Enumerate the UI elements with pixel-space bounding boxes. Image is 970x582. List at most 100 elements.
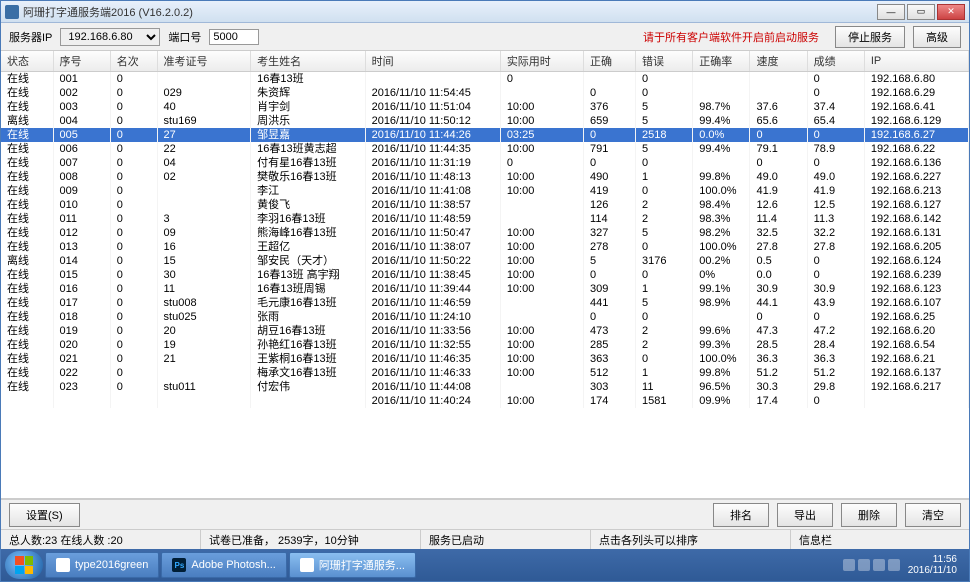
server-ip-select[interactable]: 192.168.6.80 <box>60 28 160 46</box>
table-row[interactable]: 在线01601116春13班周锡2016/11/10 11:39:4410:00… <box>1 282 969 296</box>
table-cell: 在线 <box>1 296 53 310</box>
table-row[interactable]: 在线0100黄俊飞2016/11/10 11:38:57126298.4%12.… <box>1 198 969 212</box>
table-cell: 008 <box>53 170 110 184</box>
table-row[interactable]: 在线0170stu008毛元康16春13班2016/11/10 11:46:59… <box>1 296 969 310</box>
system-tray[interactable]: 11:56 2016/11/10 <box>835 554 965 576</box>
table-cell: 11.3 <box>807 212 864 226</box>
table-row[interactable]: 在线0220梅承文16春13班2016/11/10 11:46:3310:005… <box>1 366 969 380</box>
table-row[interactable]: 在线0180stu025张雨2016/11/10 11:24:100000192… <box>1 310 969 324</box>
status-total: 总人数:23 在线人数 :20 <box>1 530 201 549</box>
column-header[interactable]: 考生姓名 <box>251 51 365 72</box>
column-header[interactable]: 准考证号 <box>157 51 251 72</box>
column-header[interactable]: 正确 <box>584 51 636 72</box>
table-cell: 99.6% <box>693 324 750 338</box>
table-cell: 018 <box>53 310 110 324</box>
status-info: 信息栏 <box>791 530 969 549</box>
column-header[interactable]: IP <box>864 51 968 72</box>
table-row[interactable]: 在线020019孙艳红16春13班2016/11/10 11:32:5510:0… <box>1 338 969 352</box>
table-cell: 2016/11/10 11:46:33 <box>365 366 500 380</box>
tray-icons[interactable] <box>843 559 900 571</box>
column-header[interactable]: 正确率 <box>693 51 750 72</box>
table-row[interactable]: 在线0090李江2016/11/10 11:41:0810:004190100.… <box>1 184 969 198</box>
stop-service-button[interactable]: 停止服务 <box>835 26 905 48</box>
app-icon: Ps <box>172 558 186 572</box>
table-cell: 0 <box>110 226 157 240</box>
table-row[interactable]: 在线01103李羽16春13班2016/11/10 11:48:59114298… <box>1 212 969 226</box>
column-header[interactable]: 错误 <box>636 51 693 72</box>
table-cell: 47.2 <box>807 324 864 338</box>
clear-button[interactable]: 清空 <box>905 503 961 527</box>
column-header[interactable]: 速度 <box>750 51 807 72</box>
table-cell: 010 <box>53 198 110 212</box>
table-cell: 27.8 <box>750 240 807 254</box>
column-header[interactable]: 成绩 <box>807 51 864 72</box>
table-cell: 192.168.6.20 <box>864 324 968 338</box>
table-row[interactable]: 在线013016王超亿2016/11/10 11:38:0710:0027801… <box>1 240 969 254</box>
table-cell: 1 <box>636 170 693 184</box>
table-cell: 21 <box>157 352 251 366</box>
close-button[interactable]: ✕ <box>937 4 965 20</box>
table-cell: 肖宇剑 <box>251 100 365 114</box>
table-cell <box>1 394 53 408</box>
export-button[interactable]: 导出 <box>777 503 833 527</box>
table-cell: 376 <box>584 100 636 114</box>
table-cell: 019 <box>53 324 110 338</box>
advanced-button[interactable]: 高级 <box>913 26 961 48</box>
column-header[interactable]: 时间 <box>365 51 500 72</box>
table-row[interactable]: 在线021021王紫桐16春13班2016/11/10 11:46:3510:0… <box>1 352 969 366</box>
table-cell: 2016/11/10 11:54:45 <box>365 86 500 100</box>
table-row[interactable]: 离线014015邹安民（天才）2016/11/10 11:50:2210:005… <box>1 254 969 268</box>
table-row[interactable]: 在线001016春13班000192.168.6.80 <box>1 72 969 87</box>
table-area[interactable]: 状态序号名次准考证号考生姓名时间实际用时正确错误正确率速度成绩IP 在线0010… <box>1 51 969 499</box>
maximize-button[interactable]: ▭ <box>907 4 935 20</box>
table-cell: 100.0% <box>693 240 750 254</box>
taskbar-item-label: type2016green <box>75 559 148 571</box>
table-row[interactable]: 2016/11/10 11:40:2410:00174158109.9%17.4… <box>1 394 969 408</box>
table-row[interactable]: 在线0230stu011付宏伟2016/11/10 11:44:08303119… <box>1 380 969 394</box>
table-row[interactable]: 在线005027邹昱嘉2016/11/10 11:44:2603:2502518… <box>1 128 969 142</box>
port-label: 端口号 <box>168 29 201 45</box>
table-cell <box>500 212 583 226</box>
taskbar-item[interactable]: Ps Adobe Photosh... <box>161 552 286 578</box>
rank-button[interactable]: 排名 <box>713 503 769 527</box>
taskbar-item[interactable]: type2016green <box>45 552 159 578</box>
column-header[interactable]: 序号 <box>53 51 110 72</box>
delete-button[interactable]: 删除 <box>841 503 897 527</box>
table-cell: 2016/11/10 11:38:45 <box>365 268 500 282</box>
table-cell: 在线 <box>1 324 53 338</box>
table-row[interactable]: 在线008002樊敬乐16春13班2016/11/10 11:48:1310:0… <box>1 170 969 184</box>
port-input[interactable] <box>209 29 259 45</box>
table-cell: 在线 <box>1 100 53 114</box>
minimize-button[interactable]: — <box>877 4 905 20</box>
table-row[interactable]: 在线007004付有星16春13班2016/11/10 11:31:190000… <box>1 156 969 170</box>
table-cell: 在线 <box>1 268 53 282</box>
table-cell: 付宏伟 <box>251 380 365 394</box>
table-row[interactable]: 在线0020029朱资辉2016/11/10 11:54:45000192.16… <box>1 86 969 100</box>
table-cell: 0 <box>584 268 636 282</box>
column-header[interactable]: 实际用时 <box>500 51 583 72</box>
column-header[interactable]: 名次 <box>110 51 157 72</box>
table-cell: 在线 <box>1 366 53 380</box>
table-row[interactable]: 在线003040肖宇剑2016/11/10 11:51:0410:0037659… <box>1 100 969 114</box>
table-cell: 3176 <box>636 254 693 268</box>
table-cell: 在线 <box>1 170 53 184</box>
table-cell: 192.168.6.54 <box>864 338 968 352</box>
settings-button[interactable]: 设置(S) <box>9 503 80 527</box>
taskbar-item[interactable]: 阿珊打字通服务... <box>289 552 416 578</box>
table-row[interactable]: 在线01503016春13班 高宇翔2016/11/10 11:38:4510:… <box>1 268 969 282</box>
column-header[interactable]: 状态 <box>1 51 53 72</box>
table-row[interactable]: 在线019020胡豆16春13班2016/11/10 11:33:5610:00… <box>1 324 969 338</box>
table-cell: 114 <box>584 212 636 226</box>
statusbar: 总人数:23 在线人数 :20 试卷已准备， 2539字，10分钟 服务已启动 … <box>1 529 969 549</box>
table-cell: 41.9 <box>807 184 864 198</box>
table-row[interactable]: 离线0040stu169周洪乐2016/11/10 11:50:1210:006… <box>1 114 969 128</box>
table-cell: 22 <box>157 142 251 156</box>
table-cell: 李江 <box>251 184 365 198</box>
table-cell: 00.2% <box>693 254 750 268</box>
taskbar-item-label: Adobe Photosh... <box>191 559 275 571</box>
table-row[interactable]: 在线012009熊海峰16春13班2016/11/10 11:50:4710:0… <box>1 226 969 240</box>
start-button[interactable] <box>5 551 43 579</box>
table-row[interactable]: 在线00602216春13班黄志超2016/11/10 11:44:3510:0… <box>1 142 969 156</box>
table-cell: 192.168.6.123 <box>864 282 968 296</box>
table-cell: 441 <box>584 296 636 310</box>
